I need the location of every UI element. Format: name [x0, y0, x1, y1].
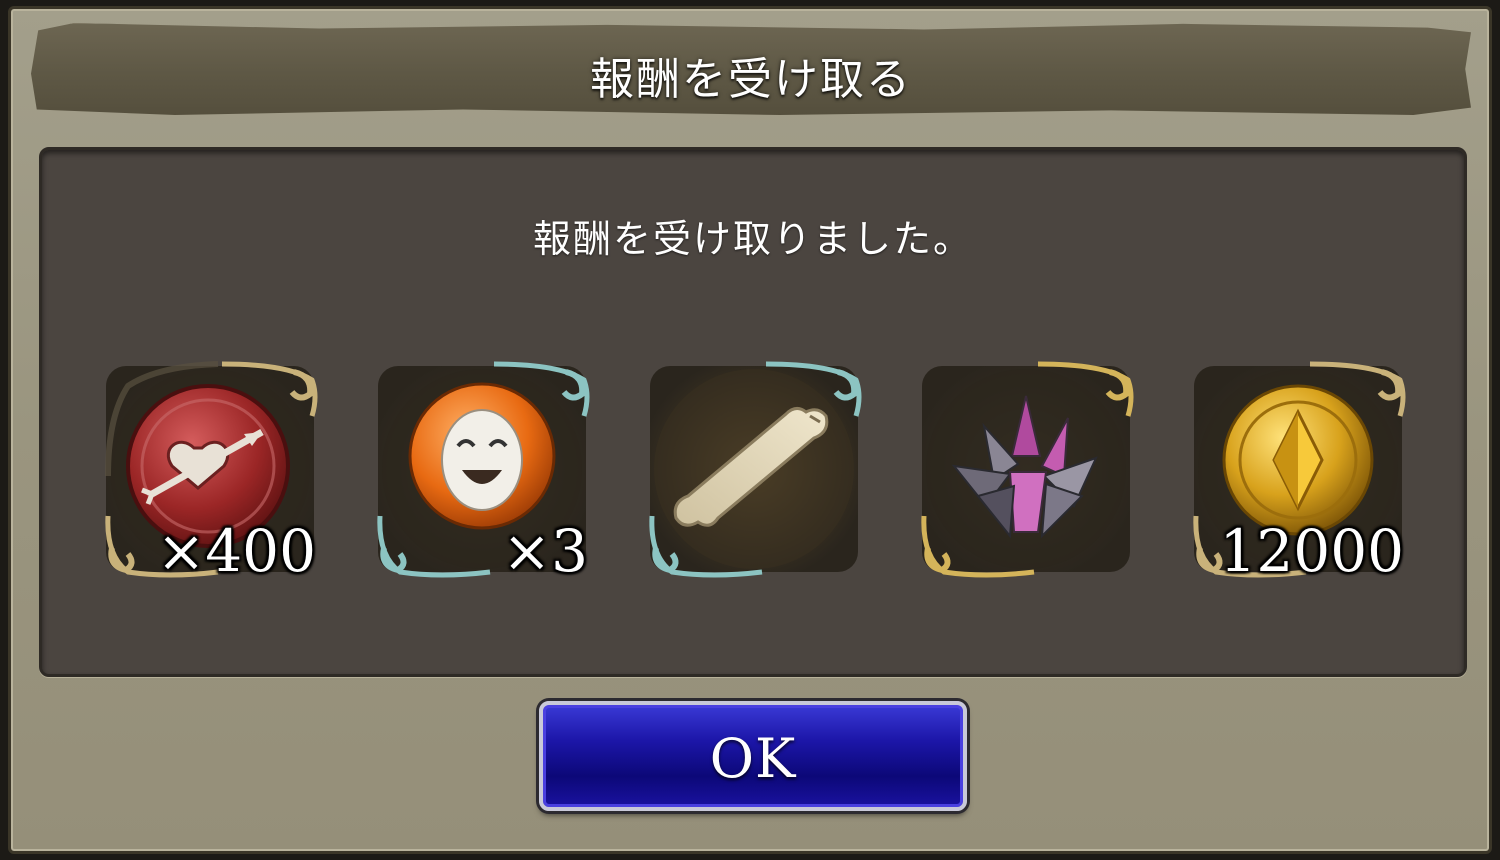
purple-crystal-cluster-icon [921, 361, 1134, 578]
reward-dialog: 報酬を受け取る 報酬を受け取りました。 ×400 ×3 12000 OK [8, 6, 1492, 854]
reward-quantity: ×3 [502, 517, 589, 585]
reward-quantity: 12000 [1219, 517, 1404, 585]
bone-icon [649, 361, 862, 578]
reward-panel: 報酬を受け取りました。 ×400 ×3 12000 [39, 147, 1467, 677]
ok-button[interactable]: OK [539, 701, 967, 811]
dialog-title: 報酬を受け取る [590, 54, 912, 105]
reward-message: 報酬を受け取りました。 [532, 217, 973, 261]
reward-item[interactable]: 12000 [1186, 356, 1410, 582]
reward-item[interactable] [642, 356, 866, 582]
title-bar: 報酬を受け取る [31, 23, 1471, 115]
reward-item[interactable] [914, 356, 1138, 582]
reward-quantity: ×400 [156, 517, 316, 585]
reward-item[interactable]: ×400 [98, 356, 322, 582]
reward-item[interactable]: ×3 [370, 356, 594, 582]
ok-button-label: OK [709, 727, 797, 790]
reward-list: ×400 ×3 12000 [98, 356, 1418, 586]
